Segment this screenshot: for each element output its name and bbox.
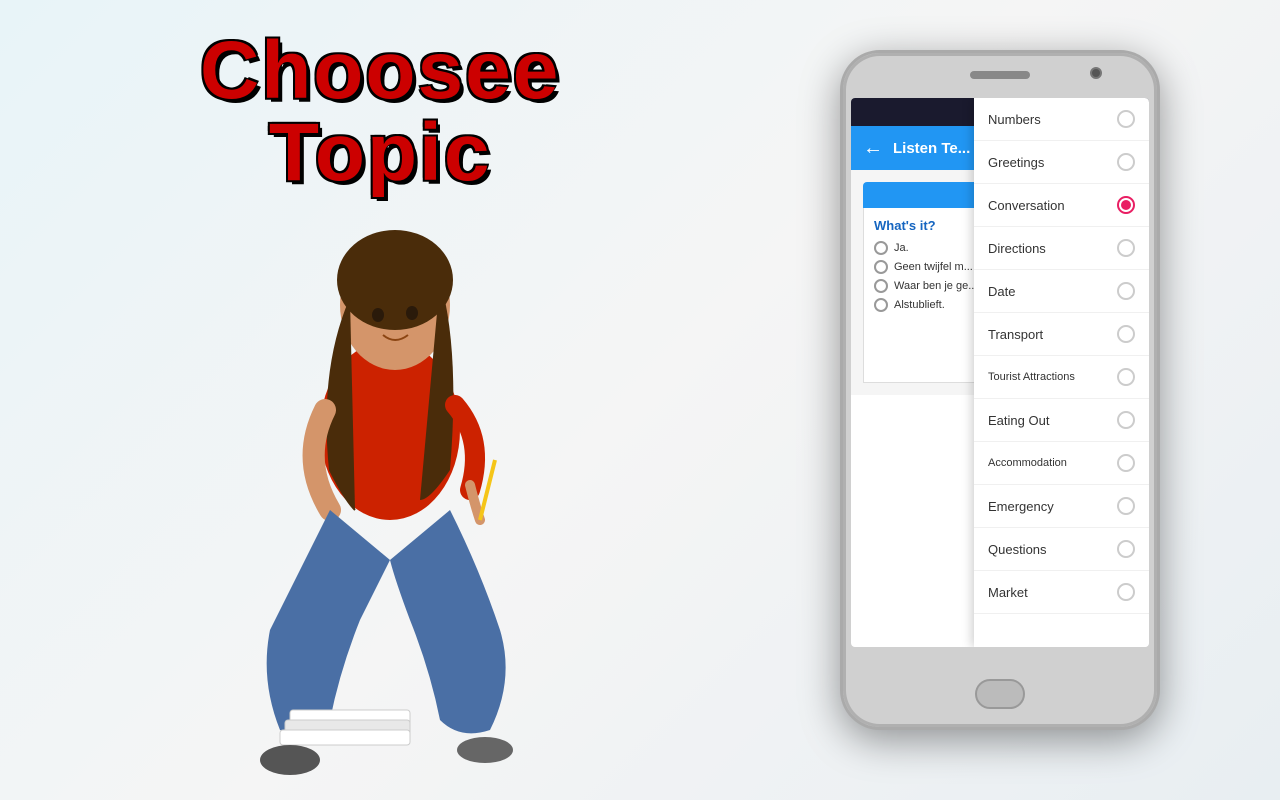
option-label-4: Alstublieft. [894, 299, 945, 311]
dropdown-radio-2[interactable] [1117, 196, 1135, 214]
phone-container: 100% 🔋 13:26 ← Listen Te... Qu... What's… [840, 50, 1160, 730]
dropdown-item-label: Tourist Attractions [988, 371, 1075, 383]
option-label-2: Geen twijfel m... [894, 261, 973, 273]
dropdown-item-transport[interactable]: Transport [974, 313, 1149, 356]
dropdown-radio-0[interactable] [1117, 110, 1135, 128]
radio-4[interactable] [874, 298, 888, 312]
dropdown-item-label: Market [988, 585, 1028, 600]
dropdown-item-directions[interactable]: Directions [974, 227, 1149, 270]
title-line1: Choosee [200, 30, 560, 112]
radio-1[interactable] [874, 241, 888, 255]
phone-speaker [970, 71, 1030, 79]
dropdown-item-date[interactable]: Date [974, 270, 1149, 313]
dropdown-item-conversation[interactable]: Conversation [974, 184, 1149, 227]
dropdown-item-tourist-attractions[interactable]: Tourist Attractions [974, 356, 1149, 399]
app-title: Listen Te... [893, 140, 970, 157]
dropdown-item-label: Transport [988, 327, 1043, 342]
dropdown-item-label: Accommodation [988, 457, 1067, 469]
phone-screen: 100% 🔋 13:26 ← Listen Te... Qu... What's… [851, 98, 1149, 647]
dropdown-radio-9[interactable] [1117, 497, 1135, 515]
radio-2[interactable] [874, 260, 888, 274]
phone-camera [1090, 67, 1102, 79]
dropdown-radio-7[interactable] [1117, 411, 1135, 429]
dropdown-radio-11[interactable] [1117, 583, 1135, 601]
back-button[interactable]: ← [863, 137, 883, 160]
dropdown-radio-3[interactable] [1117, 239, 1135, 257]
dropdown-item-label: Numbers [988, 112, 1041, 127]
radio-3[interactable] [874, 279, 888, 293]
home-button[interactable] [975, 679, 1025, 709]
dropdown-item-accommodation[interactable]: Accommodation [974, 442, 1149, 485]
dropdown-item-numbers[interactable]: Numbers [974, 98, 1149, 141]
phone-body: 100% 🔋 13:26 ← Listen Te... Qu... What's… [840, 50, 1160, 730]
dropdown-radio-5[interactable] [1117, 325, 1135, 343]
dropdown-item-eating-out[interactable]: Eating Out [974, 399, 1149, 442]
dropdown-item-emergency[interactable]: Emergency [974, 485, 1149, 528]
dropdown-item-label: Emergency [988, 499, 1054, 514]
woman-figure [100, 120, 680, 800]
dropdown-item-label: Eating Out [988, 413, 1049, 428]
dropdown-radio-4[interactable] [1117, 282, 1135, 300]
option-label-3: Waar ben je ge... [894, 280, 977, 292]
dropdown-radio-8[interactable] [1117, 454, 1135, 472]
dropdown-item-greetings[interactable]: Greetings [974, 141, 1149, 184]
option-label-1: Ja. [894, 242, 909, 254]
dropdown-item-label: Greetings [988, 155, 1044, 170]
dropdown-radio-10[interactable] [1117, 540, 1135, 558]
dropdown-item-label: Date [988, 284, 1015, 299]
topic-dropdown[interactable]: Numbers Greetings Conversation Directions Da… [974, 98, 1149, 647]
dropdown-radio-1[interactable] [1117, 153, 1135, 171]
dropdown-item-label: Questions [988, 542, 1047, 557]
dropdown-item-label: Directions [988, 241, 1046, 256]
dropdown-item-label: Conversation [988, 198, 1065, 213]
dropdown-radio-6[interactable] [1117, 368, 1135, 386]
dropdown-item-market[interactable]: Market [974, 571, 1149, 614]
dropdown-item-questions[interactable]: Questions [974, 528, 1149, 571]
